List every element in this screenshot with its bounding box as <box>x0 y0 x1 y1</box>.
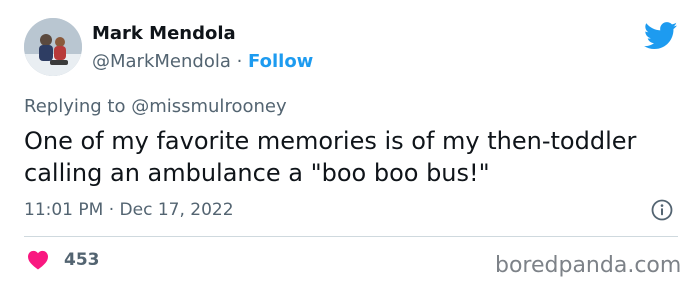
replying-to: Replying to @missmulrooney <box>24 96 287 117</box>
replying-prefix: Replying to <box>24 96 132 117</box>
like-count[interactable]: 453 <box>64 250 100 270</box>
info-icon[interactable] <box>651 199 673 221</box>
tweet-text: One of my favorite memories is of my the… <box>24 127 637 187</box>
author-handle[interactable]: @MarkMendola <box>92 51 231 72</box>
author-handle-row: @MarkMendola · Follow <box>92 51 313 72</box>
watermark: boredpanda.com <box>495 253 682 278</box>
divider <box>24 236 678 237</box>
avatar[interactable] <box>24 18 82 76</box>
follow-button[interactable]: Follow <box>248 51 313 72</box>
reply-mention-link[interactable]: @missmulrooney <box>131 96 286 117</box>
tweet-timestamp[interactable]: 11:01 PM · Dec 17, 2022 <box>24 200 234 220</box>
author-name[interactable]: Mark Mendola <box>92 23 236 44</box>
twitter-bird-icon[interactable] <box>644 22 678 50</box>
avatar-photo <box>24 18 82 76</box>
heart-icon[interactable] <box>27 250 49 270</box>
handle-separator: · <box>230 51 249 72</box>
